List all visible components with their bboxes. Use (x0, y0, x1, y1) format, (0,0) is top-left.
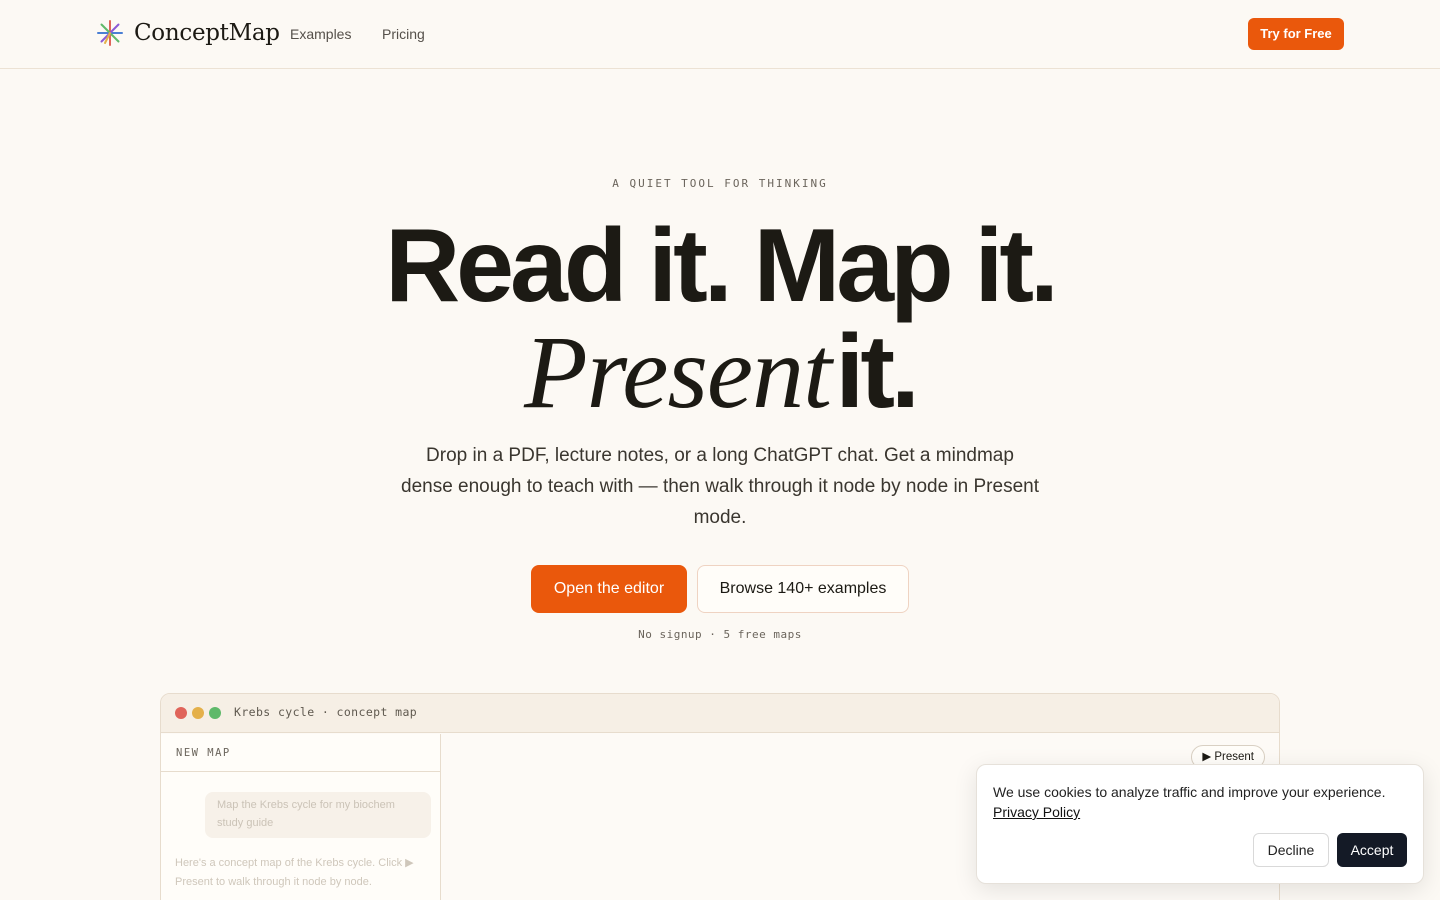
cookie-banner: We use cookies to analyze traffic and im… (976, 764, 1424, 884)
top-nav: ConceptMap Examples Pricing Try for Free (0, 0, 1440, 69)
nav-link-pricing[interactable]: Pricing (382, 26, 425, 42)
browse-examples-button[interactable]: Browse 140+ examples (697, 565, 909, 613)
window-close-dot-icon (175, 707, 187, 719)
window-minimize-dot-icon (192, 707, 204, 719)
window-titlebar: Krebs cycle · concept map (161, 694, 1279, 733)
cookie-message: We use cookies to analyze traffic and im… (993, 784, 1386, 800)
decline-cookies-button[interactable]: Decline (1253, 833, 1329, 867)
hero-headline-line2: Present it. (0, 316, 1440, 459)
hero-subhead: Drop in a PDF, lecture notes, or a long … (401, 445, 1039, 528)
try-for-free-button[interactable]: Try for Free (1248, 18, 1344, 50)
window-title: Krebs cycle · concept map (234, 705, 418, 719)
panel-header: NEW MAP (161, 734, 440, 772)
chat-user-message: Map the Krebs cycle for my biochem study… (205, 792, 431, 838)
privacy-policy-link[interactable]: Privacy Policy (993, 802, 1080, 822)
hero-headline-italic: Present (524, 315, 832, 430)
nav-link-examples[interactable]: Examples (290, 26, 351, 42)
accept-cookies-button[interactable]: Accept (1337, 833, 1407, 867)
window-maximize-dot-icon (209, 707, 221, 719)
brand-name: ConceptMap (134, 20, 280, 46)
hero-headline-end: it. (835, 314, 919, 430)
open-editor-button[interactable]: Open the editor (531, 565, 687, 613)
brand-logo[interactable]: ConceptMap (96, 19, 280, 47)
sparkle-logo-icon (97, 20, 123, 46)
signup-note: No signup · 5 free maps (638, 628, 802, 641)
hero-headline-line1: Read it. Map it. (385, 208, 1059, 324)
chat-assistant-message: Here's a concept map of the Krebs cycle.… (175, 857, 414, 888)
chat-panel: NEW MAP Map the Krebs cycle for my bioch… (161, 734, 441, 900)
hero-eyebrow: A QUIET TOOL FOR THINKING (612, 177, 828, 190)
